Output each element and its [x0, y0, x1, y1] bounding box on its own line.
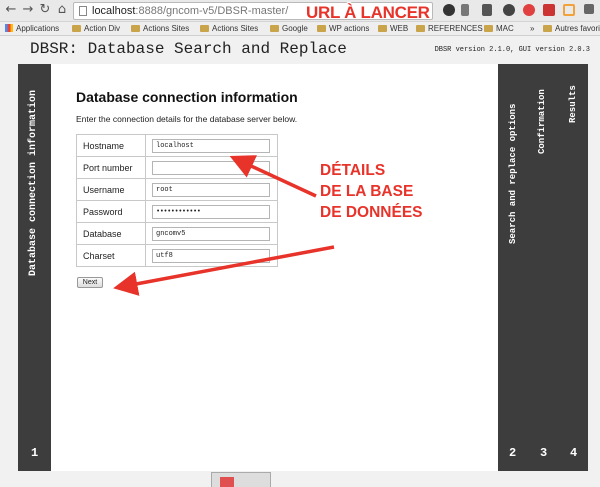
annotation-arrows: [113, 155, 335, 296]
thumbnail-image: [211, 472, 271, 487]
arrow-to-fields: [229, 155, 317, 198]
arrow-to-next: [113, 245, 335, 296]
